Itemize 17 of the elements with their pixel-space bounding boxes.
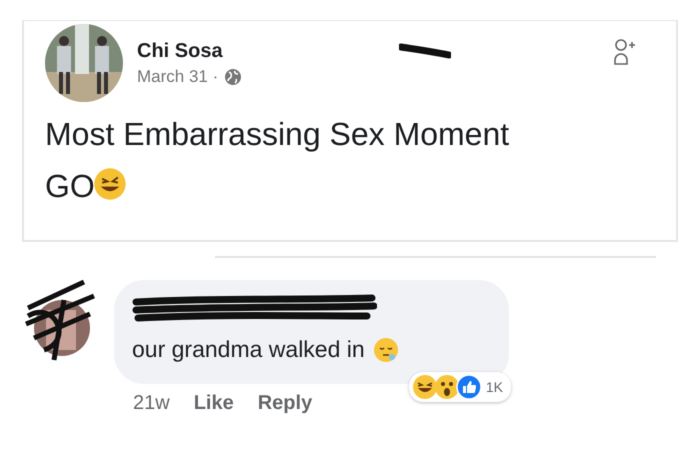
reaction-count: 1K: [486, 379, 503, 395]
laughing-emoji-icon: [92, 167, 127, 201]
scribble-mark: [399, 41, 451, 59]
globe-icon: [224, 68, 242, 86]
author-name[interactable]: Chi Sosa: [137, 40, 242, 62]
surprised-emoji-icon: [434, 374, 460, 400]
comment-text: our grandma walked in: [132, 336, 365, 363]
post-date: March 31 ·: [137, 66, 218, 86]
comment-action-button[interactable]: Like: [194, 392, 234, 415]
laughing-emoji-icon: [412, 374, 438, 400]
like-icon: [456, 374, 482, 400]
add-friend-icon[interactable]: [614, 37, 636, 67]
post-text: Most Embarrassing Sex Moment GO: [45, 115, 510, 206]
comment-time: 21w: [133, 392, 170, 415]
reaction-summary[interactable]: 1K: [408, 372, 511, 402]
sleepy-emoji-icon: [372, 336, 399, 362]
comment-action-button[interactable]: Reply: [258, 392, 312, 415]
